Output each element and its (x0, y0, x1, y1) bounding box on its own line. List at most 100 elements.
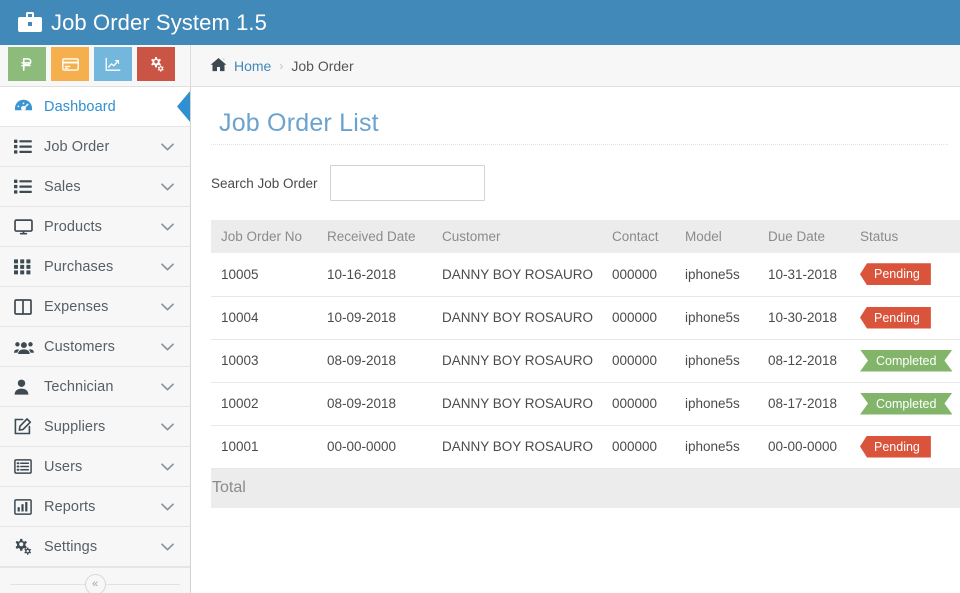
cell-customer: DANNY BOY ROSAURO (432, 381, 602, 425)
sidebar-item-label: Purchases (44, 258, 114, 275)
chevron-down-icon[interactable] (161, 378, 174, 396)
chevron-down-icon[interactable] (161, 298, 174, 316)
sidebar-item-customers[interactable]: Customers (0, 327, 190, 367)
cell-contact: 000000 (602, 381, 675, 425)
column-header-received-date[interactable]: Received Date (317, 220, 432, 253)
bar-chart-icon (14, 498, 36, 516)
breadcrumb: Home › Job Order (210, 45, 354, 87)
cell-job-order-no: 10003 (211, 338, 317, 382)
app-title: Job Order System 1.5 (51, 9, 267, 35)
total-row: Total (211, 467, 960, 508)
currency-tile[interactable] (8, 47, 46, 81)
total-customer (432, 467, 602, 508)
gears-icon (14, 538, 36, 556)
cell-model: iphone5s (675, 253, 758, 296)
total-contact (602, 467, 675, 508)
status-badge: Completed (860, 393, 952, 415)
payments-tile[interactable] (51, 47, 89, 81)
sidebar-item-dashboard[interactable]: Dashboard (0, 87, 190, 127)
reports-tile[interactable] (94, 47, 132, 81)
chevron-down-icon[interactable] (161, 178, 174, 196)
cell-received-date: 10-16-2018 (317, 253, 432, 296)
grid-icon (14, 258, 36, 276)
sidebar-nav-list: Dashboard Job Order Sales Products Purchases… (0, 87, 190, 567)
sidebar-item-job-order[interactable]: Job Order (0, 127, 190, 167)
table-row[interactable]: 10005 10-16-2018 DANNY BOY ROSAURO 000000 ip… (211, 253, 960, 296)
sidebar-item-label: Reports (44, 498, 96, 515)
columns-icon (14, 298, 36, 316)
table-row[interactable]: 10002 08-09-2018 DANNY BOY ROSAURO 000000 ip… (211, 381, 960, 425)
cell-contact: 000000 (602, 253, 675, 296)
chevron-down-icon[interactable] (161, 538, 174, 556)
sidebar-collapse-row: « (0, 567, 190, 593)
total-due-date (758, 467, 850, 508)
table-row[interactable]: 10003 08-09-2018 DANNY BOY ROSAURO 000000 ip… (211, 338, 960, 382)
cell-received-date: 08-09-2018 (317, 338, 432, 382)
breadcrumb-home-link[interactable]: Home (234, 58, 271, 74)
sidebar-item-label: Products (44, 218, 103, 235)
user-icon (14, 378, 36, 396)
column-header-job-order-no[interactable]: Job Order No (211, 220, 317, 253)
column-header-contact[interactable]: Contact (602, 220, 675, 253)
cell-due-date: 08-12-2018 (758, 338, 850, 382)
sidebar-item-label: Users (44, 458, 83, 475)
list-icon (14, 138, 36, 156)
table-row[interactable]: 10004 10-09-2018 DANNY BOY ROSAURO 000000 ip… (211, 295, 960, 339)
job-order-table-wrapper: Job Order No Received Date Customer Cont… (192, 201, 960, 508)
sidebar-item-products[interactable]: Products (0, 207, 190, 247)
search-input[interactable] (329, 165, 485, 201)
sidebar-item-reports[interactable]: Reports (0, 487, 190, 527)
sidebar-item-expenses[interactable]: Expenses (0, 287, 190, 327)
sidebar-item-users[interactable]: Users (0, 447, 190, 487)
monitor-icon (14, 218, 36, 236)
chevron-down-icon[interactable] (161, 338, 174, 356)
sidebar-item-purchases[interactable]: Purchases (0, 247, 190, 287)
chevron-down-icon[interactable] (161, 418, 174, 436)
chevron-down-icon[interactable] (161, 138, 174, 156)
breadcrumb-separator: › (279, 59, 284, 73)
chevron-down-icon[interactable] (161, 498, 174, 516)
home-icon[interactable] (210, 57, 227, 75)
sidebar-item-label: Job Order (44, 138, 110, 155)
chevron-down-icon[interactable] (161, 218, 174, 236)
sidebar-item-suppliers[interactable]: Suppliers (0, 407, 190, 447)
sidebar-item-settings[interactable]: Settings (0, 527, 190, 567)
column-header-model[interactable]: Model (675, 220, 758, 253)
table-row[interactable]: 10001 00-00-0000 DANNY BOY ROSAURO 000000 ip… (211, 424, 960, 468)
cell-job-order-no: 10001 (211, 424, 317, 468)
job-order-table: Job Order No Received Date Customer Cont… (211, 220, 960, 508)
table-header: Job Order No Received Date Customer Cont… (211, 220, 960, 253)
status-badge: Pending (860, 306, 931, 329)
sidebar: Dashboard Job Order Sales Products Purchases… (0, 87, 191, 593)
column-header-customer[interactable]: Customer (432, 220, 602, 253)
settings-tile[interactable] (137, 47, 175, 81)
total-received-date (317, 467, 432, 508)
active-item-pointer-icon (174, 87, 190, 126)
cell-status: Pending (850, 424, 960, 468)
cell-status: Completed (850, 381, 960, 425)
total-status (850, 467, 960, 508)
list-alt-icon (14, 458, 36, 476)
cell-contact: 000000 (602, 338, 675, 382)
cell-received-date: 08-09-2018 (317, 381, 432, 425)
cell-contact: 000000 (602, 424, 675, 468)
sidebar-item-sales[interactable]: Sales (0, 167, 190, 207)
credit-card-icon (61, 57, 79, 71)
chevron-down-icon[interactable] (161, 458, 174, 476)
cell-job-order-no: 10005 (211, 253, 317, 296)
sidebar-item-label: Suppliers (44, 418, 106, 435)
list-icon (14, 178, 36, 196)
toolbar: Home › Job Order (0, 45, 960, 87)
column-header-status[interactable]: Status (850, 220, 960, 253)
sidebar-item-technician[interactable]: Technician (0, 367, 190, 407)
column-header-due-date[interactable]: Due Date (758, 220, 850, 253)
status-badge: Completed (860, 350, 952, 372)
cell-model: iphone5s (675, 381, 758, 425)
cell-received-date: 00-00-0000 (317, 424, 432, 468)
app-header: Job Order System 1.5 (0, 0, 960, 45)
chevron-down-icon[interactable] (161, 258, 174, 276)
search-label: Search Job Order (211, 175, 318, 191)
sidebar-collapse-button[interactable]: « (84, 573, 106, 593)
edit-icon (14, 418, 36, 436)
cell-due-date: 10-31-2018 (758, 253, 850, 296)
